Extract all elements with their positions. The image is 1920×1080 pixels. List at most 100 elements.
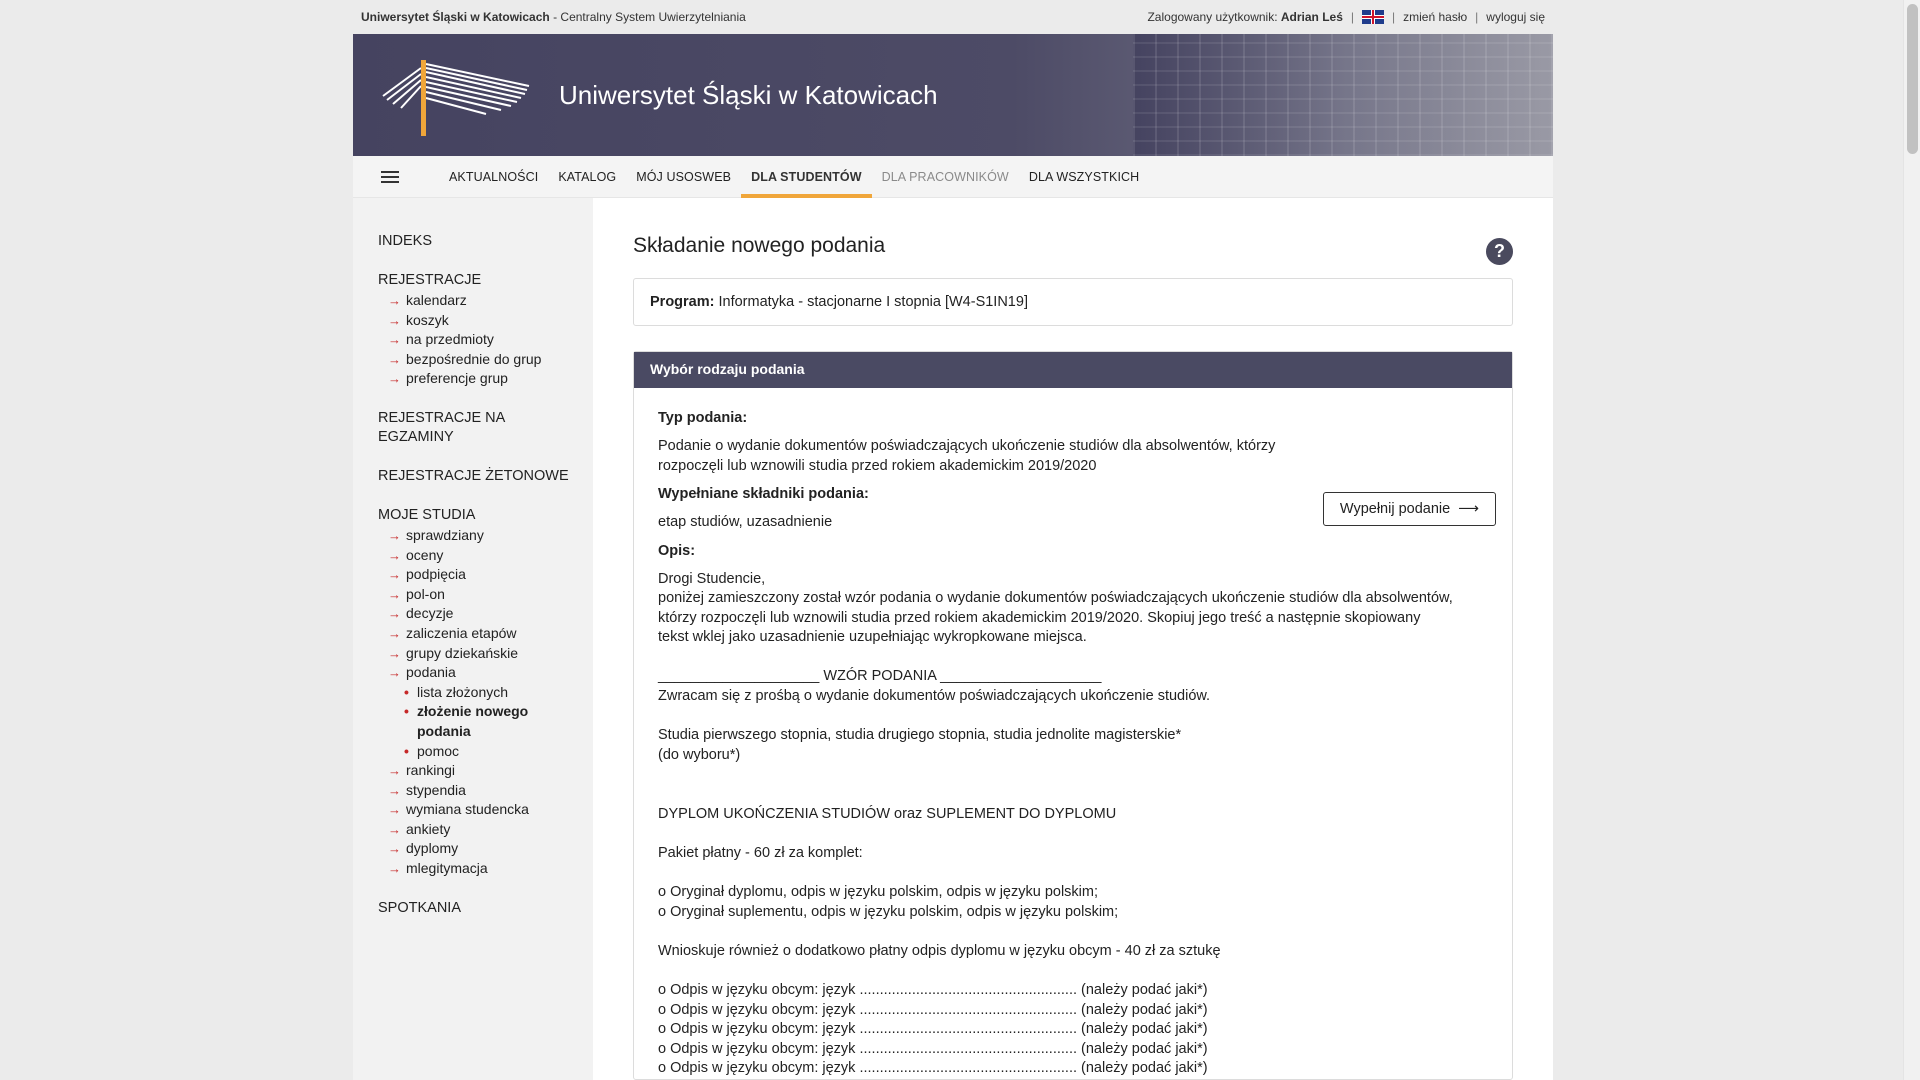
arrow-right-icon: → [388, 371, 401, 387]
arrow-right-icon: → [388, 821, 401, 837]
sidebar-item[interactable]: → preferencje grup [378, 369, 593, 389]
description-line [658, 863, 1488, 883]
nav-moj-usosweb[interactable]: MÓJ USOSWEB [626, 156, 741, 198]
bullet-icon: • [404, 683, 409, 700]
user-name: Adrian Leś [1280, 10, 1343, 24]
description-line [658, 765, 1488, 785]
nav-dla-wszystkich[interactable]: DLA WSZYSTKICH [1019, 156, 1149, 198]
description-line [658, 707, 1488, 727]
sidebar-item[interactable]: → sprawdziany [378, 526, 593, 546]
fill-request-button[interactable]: Wypełnij podanie ⟶ [1322, 492, 1496, 526]
sidebar-rejestracje-zetonowe[interactable]: REJESTRACJE ŻETONOWE [378, 467, 593, 486]
nav-katalog[interactable]: KATALOG [548, 156, 626, 198]
arrow-right-icon: → [388, 665, 401, 681]
sidebar-item[interactable]: → bezpośrednie do grup [378, 350, 593, 370]
submenu-item-zlozenie[interactable]: • złożenie nowego podania [378, 702, 538, 741]
content-area: INDEKS REJESTRACJE → kalendarz → koszyk → n… [353, 198, 1553, 1080]
sidebar-item[interactable]: → na przedmioty [378, 330, 593, 350]
banner-title: Uniwersytet Śląski w Katowicach [559, 80, 938, 110]
podania-submenu: • lista złożonych • złożenie nowego podani… [378, 683, 593, 761]
rejestracje-list: → kalendarz → koszyk → na przedmioty → bezpo… [378, 291, 593, 389]
submenu-item-lista[interactable]: • lista złożonych [378, 683, 593, 703]
sidebar-item[interactable]: → mlegitymacja [378, 859, 593, 879]
english-flag-icon[interactable] [1362, 10, 1385, 24]
sidebar-rejestracje[interactable]: REJESTRACJE [378, 271, 593, 290]
arrow-right-icon: → [388, 293, 401, 308]
separator: | [1392, 10, 1396, 24]
description-line: o Odpis w języku obcym: język ..........… [658, 1001, 1208, 1018]
sidebar: INDEKS REJESTRACJE → kalendarz → koszyk → n… [353, 198, 593, 1080]
bullet-icon: • [404, 703, 409, 720]
sidebar-item[interactable]: → rankingi [378, 761, 593, 781]
sidebar-item[interactable]: → stypendia [378, 781, 593, 801]
page-scrollbar[interactable] [1903, 0, 1920, 1080]
sidebar-item[interactable]: → zaliczenia etapów [378, 624, 593, 644]
arrow-right-icon: → [388, 841, 401, 857]
sidebar-item[interactable]: → koszyk [378, 311, 593, 331]
university-logo[interactable] [381, 56, 541, 136]
program-box: Program: Informatyka - stacjonarne I sto… [633, 278, 1513, 326]
arrow-right-icon: → [388, 547, 401, 563]
sidebar-item[interactable]: → kalendarz [378, 291, 593, 311]
main-nav: AKTUALNOŚCI KATALOG MÓJ USOSWEB DLA STUD… [353, 156, 1553, 198]
top-bar: Uniwersytet Śląski w Katowicach - Centra… [353, 0, 1553, 34]
change-password-link[interactable]: zmień hasło [1403, 10, 1467, 24]
sidebar-item[interactable]: → decyzje [378, 604, 593, 624]
description-line [658, 785, 1488, 805]
sidebar-item[interactable]: → pol-on [378, 585, 593, 605]
sidebar-moje-studia[interactable]: MOJE STUDIA [378, 506, 593, 525]
scrollbar-thumb[interactable] [1907, 4, 1918, 154]
logout-link[interactable]: wyloguj się [1486, 10, 1545, 24]
arrow-right-icon: → [388, 763, 401, 779]
separator: | [1475, 10, 1479, 24]
arrow-right-icon: → [388, 567, 401, 583]
sidebar-item[interactable]: → podania [378, 663, 593, 683]
panel-body: Typ podania: Podanie o wydanie dokumentó… [634, 388, 1512, 1079]
page-title: Składanie nowego podania [633, 234, 886, 257]
typ-label: Typ podania: [658, 410, 748, 426]
description-line [658, 824, 1488, 844]
nav-dla-pracownikow[interactable]: DLA PRACOWNIKÓW [872, 156, 1019, 198]
sidebar-spotkania[interactable]: SPOTKANIA [378, 899, 593, 918]
header-banner: Uniwersytet Śląski w Katowicach [353, 34, 1553, 156]
description-line: DYPLOM UKOŃCZENIA STUDIÓW oraz SUPLEMENT… [658, 805, 1117, 822]
arrow-right-icon: → [388, 351, 401, 367]
sidebar-item[interactable]: → wymiana studencka [378, 800, 593, 820]
description-line: poniżej zamieszczony został wzór podania… [658, 590, 1453, 607]
arrow-right-icon: ⟶ [1458, 501, 1479, 517]
arrow-right-icon: → [388, 625, 401, 641]
page: Uniwersytet Śląski w Katowicach - Centra… [353, 0, 1553, 1080]
description-line: Wnioskuje również o dodatkowo płatny odp… [658, 942, 1221, 959]
sidebar-item[interactable]: → grupy dziekańskie [378, 644, 593, 664]
program-value: Informatyka - stacjonarne I stopnia [W4-… [714, 294, 1028, 310]
description-line: Studia pierwszego stopnia, studia drugie… [658, 727, 1182, 744]
description-line [658, 961, 1488, 981]
sidebar-item[interactable]: → dyplomy [378, 839, 593, 859]
description-line: o Odpis w języku obcym: język ..........… [658, 1021, 1208, 1038]
sidebar-item[interactable]: → ankiety [378, 820, 593, 840]
description-line: Drogi Studencie, [658, 570, 766, 587]
menu-icon[interactable] [381, 170, 399, 183]
typ-value: Podanie o wydanie dokumentów poświadczaj… [658, 438, 1276, 474]
description-line: ____________________ WZÓR PODANIA ______… [658, 668, 1102, 685]
submenu-item-pomoc[interactable]: • pomoc [378, 742, 593, 762]
description-line: o Odpis w języku obcym: język ..........… [658, 1060, 1208, 1077]
description-line: (do wyboru*) [658, 746, 741, 763]
description-line: Pakiet płatny - 60 zł za komplet: [658, 844, 863, 861]
arrow-right-icon: → [388, 312, 401, 328]
nav-aktualnosci[interactable]: AKTUALNOŚCI [439, 156, 548, 198]
description-text: Drogi Studencie, poniżej zamieszczony zos… [658, 570, 1488, 1079]
sidebar-indeks[interactable]: INDEKS [378, 232, 593, 251]
description-line [658, 648, 1488, 668]
sidebar-item[interactable]: → oceny [378, 546, 593, 566]
sidebar-rejestracje-egzaminy[interactable]: REJESTRACJE NA EGZAMINY [378, 409, 528, 447]
sidebar-item[interactable]: → podpięcia [378, 565, 593, 585]
fill-button-label: Wypełnij podanie [1339, 501, 1451, 517]
nav-dla-studentow[interactable]: DLA STUDENTÓW [741, 156, 872, 198]
main-content: Składanie nowego podania ? Program: Info… [593, 198, 1553, 1080]
moje-studia-list: → sprawdziany → oceny → podpięcia → pol-on →… [378, 526, 593, 683]
separator: | [1350, 10, 1355, 24]
moje-studia-list-2: → rankingi → stypendia → wymiana studencka … [378, 761, 593, 879]
description-line: o Oryginał suplementu, odpis w języku po… [658, 903, 1119, 920]
help-icon[interactable]: ? [1486, 238, 1513, 265]
